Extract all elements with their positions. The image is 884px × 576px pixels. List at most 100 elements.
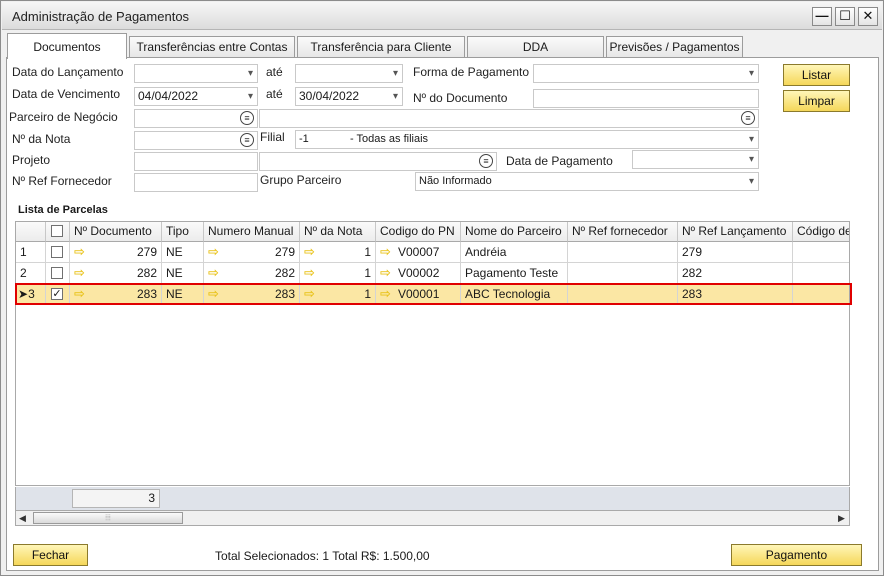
row-select-cell[interactable] — [46, 263, 70, 284]
link-arrow-icon[interactable]: ⇨ — [208, 263, 219, 283]
forma-pagamento-label: Forma de Pagamento — [413, 65, 530, 79]
col-header-tipo[interactable]: Tipo — [162, 222, 204, 242]
link-arrow-icon[interactable]: ⇨ — [304, 242, 315, 262]
col-header-num-documento[interactable]: Nº Documento — [70, 222, 162, 242]
link-arrow-icon[interactable]: ⇨ — [380, 284, 391, 304]
select-all-checkbox[interactable] — [51, 225, 63, 237]
num-documento-field[interactable] — [533, 89, 759, 108]
table-row-selected[interactable]: ➤3 ✓ ⇨ 283 NE ⇨ 283 ⇨ 1 ⇨ V00001 ABC Tecnolo… — [16, 284, 849, 305]
link-arrow-icon[interactable]: ⇨ — [74, 263, 85, 283]
parceiro-code-list-icon[interactable]: ≡ — [240, 111, 254, 125]
numero-manual-cell[interactable]: ⇨ 279 — [204, 242, 300, 263]
col-header-ref-fornecedor[interactable]: Nº Ref fornecedor — [568, 222, 678, 242]
data-lancamento-to-field[interactable] — [295, 64, 403, 83]
total-documentos-cell: 3 — [72, 489, 160, 508]
limpar-button[interactable]: Limpar — [783, 90, 850, 112]
ref-fornecedor-label: Nº Ref Fornecedor — [12, 174, 112, 188]
num-documento-cell[interactable]: ⇨ 282 — [70, 263, 162, 284]
scroll-left-icon[interactable]: ◀ — [19, 511, 26, 525]
codigo-pn-cell[interactable]: ⇨ V00001 — [376, 284, 461, 305]
tab-transferencias-contas[interactable]: Transferências entre Contas — [129, 36, 295, 58]
codigo-b-cell — [793, 284, 849, 305]
tab-documentos[interactable]: Documentos — [7, 33, 127, 59]
grupo-parceiro-label: Grupo Parceiro — [260, 173, 342, 187]
projeto-list-icon[interactable]: ≡ — [479, 154, 493, 168]
close-button[interactable]: ✕ — [858, 7, 878, 26]
row-number: 1 — [16, 242, 46, 263]
row-checkbox[interactable] — [51, 246, 63, 258]
data-vencimento-label: Data de Vencimento — [12, 87, 121, 101]
ref-fornecedor-cell — [568, 242, 678, 263]
link-arrow-icon[interactable]: ⇨ — [380, 242, 391, 262]
col-header-select[interactable] — [46, 222, 70, 242]
data-lancamento-ate-label: até — [266, 65, 283, 79]
projeto-name-field[interactable] — [259, 152, 497, 171]
link-arrow-icon[interactable]: ⇨ — [208, 284, 219, 304]
link-arrow-icon[interactable]: ⇨ — [304, 263, 315, 283]
link-arrow-icon[interactable]: ⇨ — [304, 284, 315, 304]
maximize-icon: ☐ — [839, 8, 851, 23]
parceiro-name-field[interactable] — [259, 109, 759, 128]
num-documento-cell[interactable]: ⇨ 279 — [70, 242, 162, 263]
num-nota-cell[interactable]: ⇨ 1 — [300, 263, 376, 284]
tab-previsoes-pagamentos[interactable]: Previsões / Pagamentos — [606, 36, 743, 58]
link-arrow-icon[interactable]: ⇨ — [74, 242, 85, 262]
data-pagamento-field[interactable] — [632, 150, 759, 169]
horizontal-scrollbar[interactable]: ◀ ⦙⦙⦙ ▶ — [15, 511, 850, 526]
maximize-button[interactable]: ☐ — [835, 7, 855, 26]
num-documento-label: Nº do Documento — [413, 91, 508, 105]
codigo-pn-cell[interactable]: ⇨ V00007 — [376, 242, 461, 263]
parceiro-name-list-icon[interactable]: ≡ — [741, 111, 755, 125]
filial-select[interactable]: -1 - Todas as filiais — [295, 130, 759, 149]
scroll-right-icon[interactable]: ▶ — [838, 511, 845, 525]
table-row[interactable]: 1 ⇨ 279 NE ⇨ 279 ⇨ 1 ⇨ V00007 Andréia 279 — [16, 242, 849, 263]
row-select-cell[interactable]: ✓ — [46, 284, 70, 305]
row-select-cell[interactable] — [46, 242, 70, 263]
num-documento-value: 283 — [136, 287, 157, 301]
fechar-button[interactable]: Fechar — [13, 544, 88, 566]
data-vencimento-to-field[interactable]: 30/04/2022 — [295, 87, 403, 106]
row-checkbox-checked[interactable]: ✓ — [51, 288, 63, 300]
num-nota-cell[interactable]: ⇨ 1 — [300, 242, 376, 263]
link-arrow-icon[interactable]: ⇨ — [74, 284, 85, 304]
numero-manual-cell[interactable]: ⇨ 282 — [204, 263, 300, 284]
col-header-codigo-b[interactable]: Código de B — [793, 222, 849, 242]
forma-pagamento-select[interactable] — [533, 64, 759, 83]
col-header-ref-lancamento[interactable]: Nº Ref Lançamento — [678, 222, 793, 242]
documents-panel: Data do Lançamento até Forma de Pagament… — [6, 57, 879, 571]
pagamento-button[interactable]: Pagamento — [731, 544, 862, 566]
row-checkbox[interactable] — [51, 267, 63, 279]
numero-manual-value: 279 — [274, 245, 295, 259]
table-row[interactable]: 2 ⇨ 282 NE ⇨ 282 ⇨ 1 ⇨ V00002 Pagamento Test… — [16, 263, 849, 284]
grid-totals-bar: 3 — [15, 487, 850, 511]
numero-manual-cell[interactable]: ⇨ 283 — [204, 284, 300, 305]
tab-transferencia-cliente[interactable]: Transferência para Cliente — [297, 36, 465, 58]
num-nota-cell[interactable]: ⇨ 1 — [300, 284, 376, 305]
codigo-pn-value: V00007 — [398, 245, 440, 259]
link-arrow-icon[interactable]: ⇨ — [380, 263, 391, 283]
col-header-rownum — [16, 222, 46, 242]
ref-fornecedor-field[interactable] — [134, 173, 258, 192]
col-header-numero-manual[interactable]: Numero Manual — [204, 222, 300, 242]
data-vencimento-from-field[interactable]: 04/04/2022 — [134, 87, 258, 106]
num-nota-label: Nº da Nota — [12, 132, 71, 146]
data-lancamento-from-field[interactable] — [134, 64, 258, 83]
col-header-num-nota[interactable]: Nº da Nota — [300, 222, 376, 242]
ref-fornecedor-cell — [568, 284, 678, 305]
data-vencimento-ate-label: até — [266, 87, 283, 101]
col-header-nome-parceiro[interactable]: Nome do Parceiro — [461, 222, 568, 242]
link-arrow-icon[interactable]: ⇨ — [208, 242, 219, 262]
col-header-codigo-pn[interactable]: Codigo do PN — [376, 222, 461, 242]
num-documento-cell[interactable]: ⇨ 283 — [70, 284, 162, 305]
codigo-pn-cell[interactable]: ⇨ V00002 — [376, 263, 461, 284]
minimize-button[interactable]: — — [812, 7, 832, 26]
num-nota-list-icon[interactable]: ≡ — [240, 133, 254, 147]
codigo-b-cell — [793, 242, 849, 263]
scroll-thumb[interactable]: ⦙⦙⦙ — [33, 512, 183, 524]
tipo-cell: NE — [162, 284, 204, 305]
grupo-parceiro-select[interactable]: Não Informado — [415, 172, 759, 191]
tab-dda[interactable]: DDA — [467, 36, 604, 58]
title-bar: Administração de Pagamentos — ☐ ✕ — [2, 2, 882, 30]
listar-button[interactable]: Listar — [783, 64, 850, 86]
projeto-code-field[interactable] — [134, 152, 258, 171]
